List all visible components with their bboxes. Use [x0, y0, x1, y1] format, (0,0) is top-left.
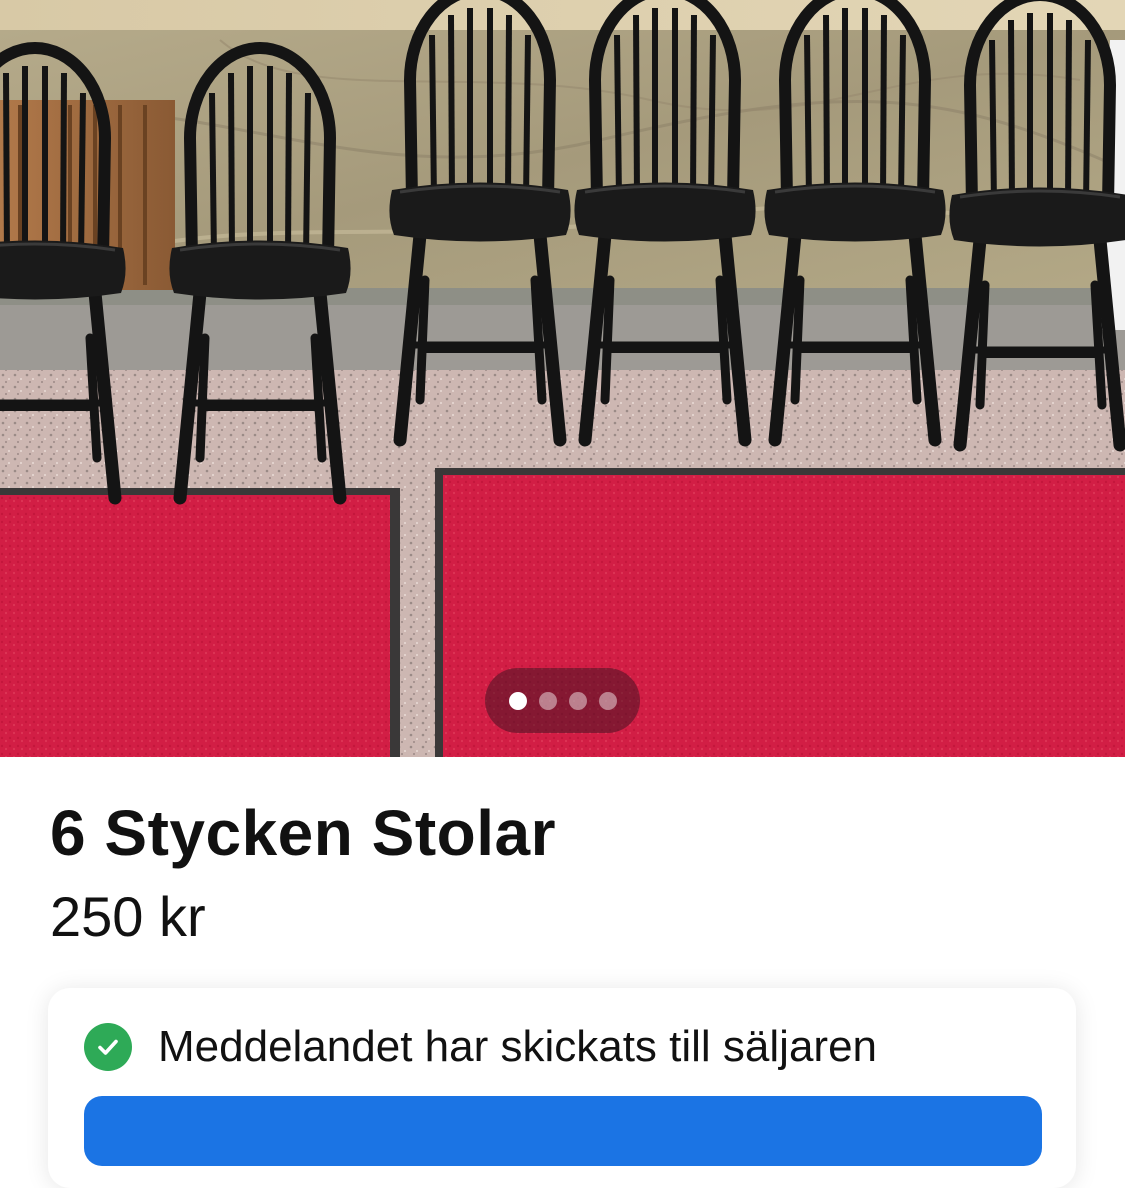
view-conversation-button[interactable]: [84, 1096, 1042, 1166]
listing-title: 6 Stycken Stolar: [50, 797, 556, 869]
pager-dot-1[interactable]: [508, 691, 527, 710]
message-status-text: Meddelandet har skickats till säljaren: [158, 1022, 878, 1071]
pager-dot-3[interactable]: [568, 691, 587, 710]
message-status: Meddelandet har skickats till säljaren: [84, 1022, 877, 1072]
photo-pager[interactable]: [485, 668, 640, 733]
check-circle-icon: [84, 1023, 132, 1071]
listing-photo[interactable]: [0, 0, 1125, 757]
message-sent-card: Meddelandet har skickats till säljaren: [48, 988, 1076, 1188]
listing-price: 250 kr: [50, 885, 206, 948]
pager-dot-4[interactable]: [598, 691, 617, 710]
pager-dot-2[interactable]: [538, 691, 557, 710]
